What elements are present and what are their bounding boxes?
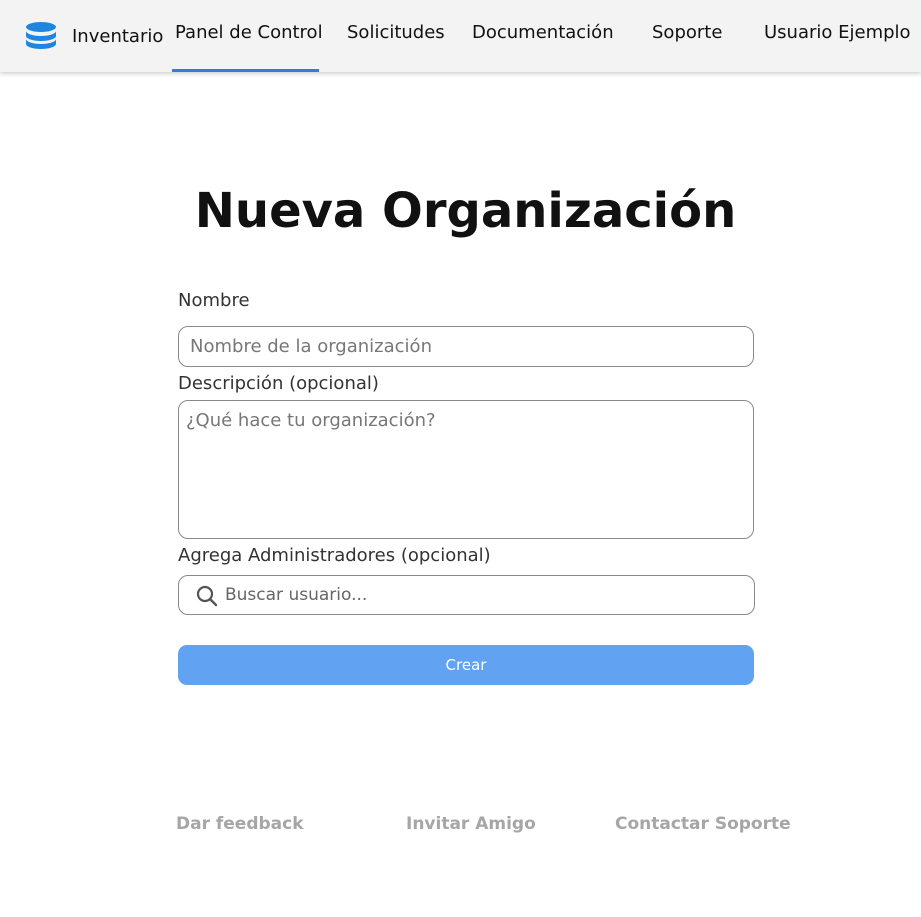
app-name: Inventario (72, 26, 164, 47)
footer-support-link[interactable]: Contactar Soporte (615, 814, 791, 834)
active-tab-indicator (172, 69, 319, 72)
nav-panel-de-control[interactable]: Panel de Control (175, 22, 323, 43)
brand[interactable]: Inventario (24, 20, 163, 52)
page-title: Nueva Organización (194, 183, 737, 239)
description-textarea[interactable] (178, 400, 754, 539)
footer-feedback-link[interactable]: Dar feedback (176, 814, 304, 834)
footer-invite-link[interactable]: Invitar Amigo (406, 814, 536, 834)
database-icon (26, 22, 56, 49)
nav-soporte[interactable]: Soporte (652, 22, 722, 43)
admin-search-field[interactable] (178, 575, 755, 615)
admin-search-input[interactable] (225, 576, 745, 614)
top-navbar: Inventario Panel de Control Solicitudes … (0, 0, 921, 72)
admins-label: Agrega Administradores (opcional) (178, 545, 491, 566)
organization-name-input[interactable] (178, 326, 754, 367)
nav-user-menu[interactable]: Usuario Ejemplo (764, 22, 911, 43)
nav-solicitudes[interactable]: Solicitudes (347, 22, 445, 43)
name-label: Nombre (178, 290, 250, 311)
nav-documentacion[interactable]: Documentación (472, 22, 614, 43)
create-button[interactable]: Crear (178, 645, 754, 685)
description-label: Descripción (opcional) (178, 373, 379, 394)
search-icon (196, 585, 218, 607)
